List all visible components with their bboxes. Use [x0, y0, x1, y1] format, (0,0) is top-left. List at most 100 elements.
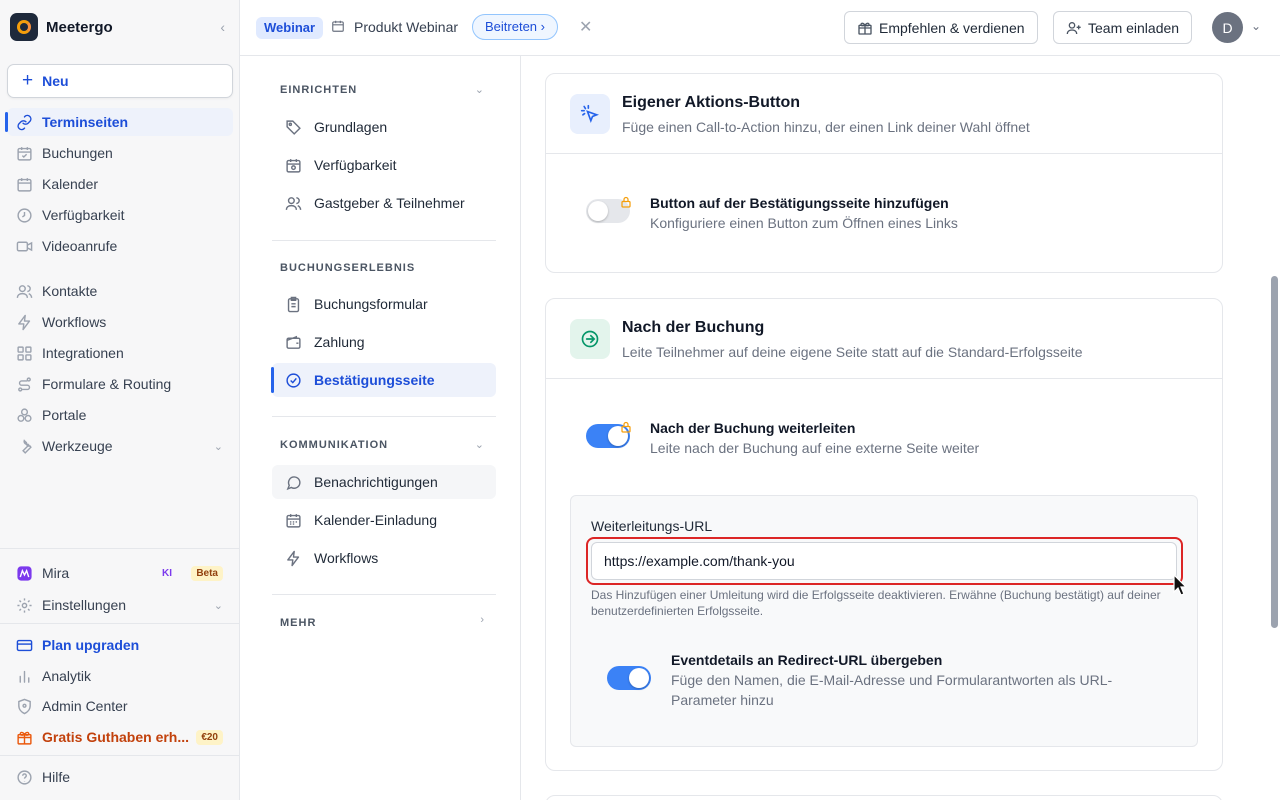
sidebar-item-mira[interactable]: Mira KI Beta [7, 559, 233, 587]
sidebar-item-werkzeuge[interactable]: Werkzeuge ⌄ [7, 432, 233, 460]
section-heading-mehr[interactable]: MEHR [280, 617, 316, 629]
section-heading-buchungserlebnis: BUCHUNGSERLEBNIS [280, 262, 416, 274]
sidebar-item-label: Admin Center [42, 698, 128, 714]
secnav-item-verfuegbarkeit[interactable]: Verfügbarkeit [272, 148, 496, 182]
sidebar-item-gratis-guthaben[interactable]: Gratis Guthaben erh... €20 [7, 723, 233, 751]
sidebar-item-kalender[interactable]: Kalender [7, 170, 233, 198]
users-icon [284, 194, 302, 212]
sidebar-item-hilfe[interactable]: Hilfe [7, 763, 233, 791]
sidebar-item-videoanrufe[interactable]: Videoanrufe [7, 232, 233, 260]
main-content: Eigener Aktions-Button Füge einen Call-t… [521, 56, 1280, 800]
sidebar-divider [0, 623, 239, 624]
brand-name: Meetergo [46, 18, 113, 36]
secnav-item-label: Kalender-Einladung [314, 512, 437, 528]
sidebar-item-terminseiten[interactable]: Terminseiten [5, 108, 233, 136]
secnav-item-zahlung[interactable]: Zahlung [272, 325, 496, 359]
sidebar-item-buchungen[interactable]: Buchungen [7, 139, 233, 167]
collapse-sidebar-icon[interactable]: ‹ [220, 18, 225, 36]
users-icon [15, 282, 33, 300]
sidebar-item-label: Einstellungen [42, 597, 127, 613]
pass-event-details-description: Füge den Namen, die E-Mail-Adresse und F… [671, 672, 1113, 708]
avatar[interactable]: D [1212, 12, 1243, 43]
lightning-icon [15, 313, 33, 331]
pass-event-details-toggle[interactable] [607, 666, 651, 690]
sidebar-item-label: Kalender [42, 176, 99, 192]
sidebar-item-label: Mira [42, 565, 70, 581]
sidebar-item-label: Portale [42, 407, 87, 423]
sidebar-item-label: Plan upgraden [42, 637, 140, 653]
secnav-item-label: Gastgeber & Teilnehmer [314, 195, 465, 211]
main-scrollbar[interactable] [1268, 56, 1280, 800]
close-icon[interactable]: ✕ [579, 17, 592, 37]
secnav-item-kalender-einladung[interactable]: Kalender-Einladung [272, 503, 496, 537]
chevron-down-icon: ⌄ [213, 599, 223, 612]
portal-icon [15, 406, 33, 424]
sidebar-item-einstellungen[interactable]: Einstellungen ⌄ [7, 591, 233, 619]
wrench-icon [15, 437, 33, 455]
refer-button[interactable]: Empfehlen & verdienen [844, 11, 1038, 44]
refer-button-label: Empfehlen & verdienen [879, 19, 1025, 36]
sidebar-item-analytik[interactable]: Analytik [7, 662, 233, 690]
sidebar-item-label: Hilfe [42, 769, 71, 785]
section-heading-kommunikation[interactable]: KOMMUNIKATION [280, 439, 388, 451]
card-subtitle: Füge einen Call-to-Action hinzu, der ein… [622, 119, 1030, 135]
chevron-down-icon[interactable]: ⌄ [475, 438, 484, 451]
sidebar-item-label: Analytik [42, 668, 92, 684]
sidebar-item-verfuegbarkeit[interactable]: Verfügbarkeit [7, 201, 233, 229]
sidebar-item-kontakte[interactable]: Kontakte [7, 277, 233, 305]
secnav-item-label: Grundlagen [314, 119, 388, 135]
section-heading-einrichten[interactable]: EINRICHTEN [280, 84, 357, 96]
secnav-item-label: Benachrichtigungen [314, 474, 438, 490]
gear-icon [15, 596, 33, 614]
brand[interactable]: Meetergo [10, 12, 113, 42]
beta-badge: Beta [191, 565, 223, 581]
secnav-item-benachrichtigungen[interactable]: Benachrichtigungen [272, 465, 496, 499]
secnav-item-grundlagen[interactable]: Grundlagen [272, 110, 496, 144]
invite-team-label: Team einladen [1088, 19, 1180, 36]
scroll-thumb[interactable] [1271, 276, 1278, 628]
section-divider [272, 594, 496, 595]
sidebar-item-admin[interactable]: Admin Center [7, 692, 233, 720]
secnav-item-buchungsformular[interactable]: Buchungsformular [272, 287, 496, 321]
help-circle-icon [15, 768, 33, 786]
chevron-right-icon[interactable]: › [480, 614, 484, 626]
sidebar-item-label: Buchungen [42, 145, 113, 161]
event-title: Produkt Webinar [354, 19, 459, 35]
sidebar-item-portale[interactable]: Portale [7, 401, 233, 429]
next-card [545, 795, 1223, 800]
sidebar-item-label: Formulare & Routing [42, 376, 172, 392]
video-icon [15, 237, 33, 255]
after-booking-card: Nach der Buchung Leite Teilnehmer auf de… [545, 298, 1223, 771]
user-plus-icon [1066, 21, 1081, 34]
calendar-icon [284, 511, 302, 529]
meetergo-logo-icon [10, 13, 38, 41]
chevron-down-icon[interactable]: ⌄ [475, 83, 484, 96]
join-button[interactable]: Beitreten › [472, 14, 559, 40]
ki-badge: KI [162, 567, 172, 579]
sidebar-item-upgrade[interactable]: Plan upgraden [7, 631, 233, 659]
redirect-url-help: Das Hinzufügen einer Umleitung wird die … [591, 588, 1161, 618]
sidebar-item-formulare[interactable]: Formulare & Routing [7, 370, 233, 398]
chevron-down-icon[interactable]: ⌄ [1251, 19, 1261, 33]
secnav-item-workflows[interactable]: Workflows [272, 541, 496, 575]
credit-card-icon [15, 636, 33, 654]
toggle-description: Leite nach der Buchung auf eine externe … [650, 440, 980, 456]
calendar-check-icon [15, 144, 33, 162]
sidebar-item-workflows[interactable]: Workflows [7, 308, 233, 336]
chevron-down-icon: ⌄ [213, 440, 223, 453]
lock-icon [621, 421, 631, 433]
chevron-right-icon: › [540, 19, 546, 34]
lock-icon [621, 196, 631, 208]
new-button-label: Neu [42, 73, 69, 89]
toggle-description: Konfiguriere einen Button zum Öffnen ein… [650, 215, 958, 231]
gift-icon [858, 22, 872, 35]
secnav-item-gastgeber[interactable]: Gastgeber & Teilnehmer [272, 186, 496, 220]
secnav-item-bestaetigungsseite[interactable]: Bestätigungsseite [271, 363, 496, 397]
grid-icon [15, 344, 33, 362]
secnav-item-label: Buchungsformular [314, 296, 428, 312]
sidebar-item-integrationen[interactable]: Integrationen [7, 339, 233, 367]
plus-icon: + [22, 70, 34, 91]
bar-chart-icon [15, 667, 33, 685]
new-button[interactable]: + Neu [7, 64, 233, 98]
invite-team-button[interactable]: Team einladen [1053, 11, 1193, 44]
